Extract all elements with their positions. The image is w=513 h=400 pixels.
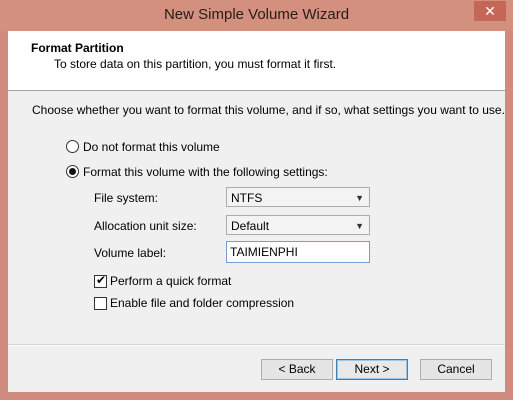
volume-label-label: Volume label: [94,246,167,260]
divider [8,344,505,346]
wizard-header: Format Partition To store data on this p… [8,31,505,91]
format-label[interactable]: Format this volume with the following se… [83,165,328,179]
instructions-text: Choose whether you want to format this v… [32,103,505,117]
compression-checkbox[interactable] [94,297,107,310]
quick-format-checkbox[interactable]: ✔ [94,273,107,288]
checkmark-icon: ✔ [96,273,107,287]
volume-label-value: TAIMIENPHI [230,245,298,259]
wizard-window: New Simple Volume Wizard ✕ Format Partit… [0,0,513,400]
title-bar[interactable]: New Simple Volume Wizard ✕ [0,0,513,31]
window-title: New Simple Volume Wizard [163,6,350,23]
dialog-content: Format Partition To store data on this p… [8,31,505,392]
volume-label-input[interactable]: TAIMIENPHI [226,241,370,263]
compression-label[interactable]: Enable file and folder compression [110,296,294,310]
radio-selected-dot [69,168,76,175]
file-system-label: File system: [94,191,159,205]
allocation-unit-select[interactable]: Default ▼ [226,215,370,235]
chevron-down-icon: ▼ [355,193,364,203]
file-system-value: NTFS [231,191,263,205]
page-title: Format Partition [31,41,124,55]
close-icon: ✕ [484,3,496,19]
next-button[interactable]: Next > [336,359,408,380]
quick-format-label[interactable]: Perform a quick format [110,274,231,288]
chevron-down-icon: ▼ [355,221,364,231]
allocation-unit-label: Allocation unit size: [94,219,197,233]
file-system-select[interactable]: NTFS ▼ [226,187,370,207]
cancel-button[interactable]: Cancel [420,359,492,380]
back-button[interactable]: < Back [261,359,333,380]
no-format-radio[interactable] [66,140,79,153]
allocation-unit-value: Default [231,219,270,233]
close-button[interactable]: ✕ [474,1,506,21]
format-radio[interactable] [66,165,79,178]
no-format-label[interactable]: Do not format this volume [83,140,220,154]
page-description: To store data on this partition, you mus… [54,57,337,71]
